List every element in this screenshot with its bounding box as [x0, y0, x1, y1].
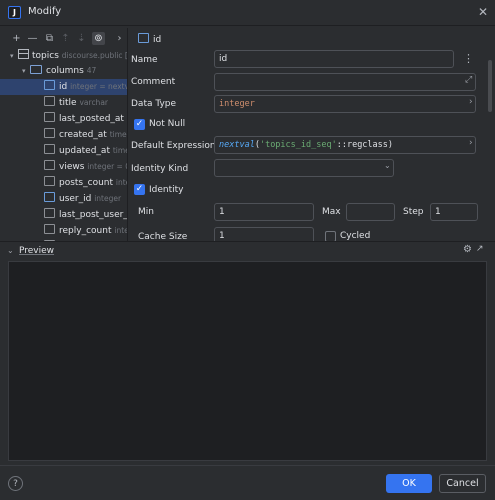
key-column-icon	[44, 192, 55, 202]
add-icon[interactable]: +	[10, 32, 23, 45]
column-item[interactable]: updated_at timesta	[0, 143, 127, 159]
move-up-icon[interactable]: ⇡	[59, 32, 72, 45]
cycled-label: Cycled	[340, 231, 371, 241]
comment-field[interactable]	[214, 73, 476, 91]
notnull-checkbox[interactable]: ✓	[134, 119, 145, 130]
preview-area	[8, 261, 487, 461]
name-field[interactable]: id	[214, 50, 454, 68]
column-icon	[44, 208, 55, 218]
step-label: Step	[403, 207, 424, 217]
column-editor: id Name id ⋮ Comment ⤢ Data Type integer…	[128, 28, 495, 241]
expand-icon[interactable]: ⤢	[465, 75, 472, 85]
tree-node-table[interactable]: ▾ topics discourse.public [p	[0, 48, 127, 64]
preview-header: ⌄ Preview ⚙ ↗	[0, 242, 495, 260]
settings-gear-icon[interactable]: ⚙	[463, 244, 472, 255]
column-name: title	[59, 98, 77, 108]
column-item[interactable]: posts_count intege	[0, 175, 127, 191]
column-type: integer = 0	[87, 162, 127, 171]
chevron-right-icon[interactable]: ›	[469, 138, 473, 148]
chevron-down-icon[interactable]: ⌄	[7, 246, 14, 255]
column-type: integer	[94, 194, 122, 203]
column-icon	[44, 224, 55, 234]
identity-kind-label: Identity Kind	[131, 164, 189, 174]
move-down-icon[interactable]: ⇣	[75, 32, 88, 45]
datatype-label: Data Type	[131, 99, 177, 109]
column-name: reply_count	[59, 226, 112, 236]
default-expression-label: Default Expression	[131, 141, 216, 151]
column-name: views	[59, 162, 85, 172]
column-name: updated_at	[59, 146, 110, 156]
column-name: user_id	[59, 194, 92, 204]
max-field[interactable]	[346, 203, 395, 221]
column-icon	[44, 176, 55, 186]
cancel-button[interactable]: Cancel	[439, 474, 486, 493]
chevron-right-icon[interactable]: ›	[469, 97, 473, 107]
column-item[interactable]: views integer = 0	[0, 159, 127, 175]
column-type: integer = nextval('t	[70, 82, 127, 91]
name-label: Name	[131, 55, 158, 65]
table-icon	[18, 49, 29, 59]
close-icon[interactable]: ✕	[476, 4, 490, 20]
column-icon	[44, 112, 55, 122]
tree-node-columns[interactable]: ▾ columns 47	[0, 63, 127, 79]
chevron-down-icon: ▾	[10, 52, 14, 60]
column-type: timesta	[109, 130, 127, 139]
filter-icon[interactable]: ⊚	[92, 32, 105, 45]
max-label: Max	[322, 207, 341, 217]
remove-icon[interactable]: —	[26, 32, 39, 45]
min-field[interactable]: 1	[214, 203, 314, 221]
step-field[interactable]: 1	[430, 203, 478, 221]
column-name: created_at	[59, 130, 107, 140]
column-type: intege	[115, 178, 127, 187]
title-bar: J Modify ✕	[0, 0, 495, 26]
vertical-scrollbar[interactable]	[488, 60, 492, 112]
comment-label: Comment	[131, 77, 176, 87]
cycled-checkbox[interactable]	[325, 231, 336, 241]
key-column-icon	[138, 33, 149, 43]
chevron-down-icon[interactable]: ⌄	[384, 161, 391, 170]
column-name: last_post_user_id	[59, 210, 127, 220]
column-icon	[44, 128, 55, 138]
notnull-label: Not Null	[149, 119, 186, 129]
identity-label: Identity	[149, 185, 184, 195]
column-item[interactable]: id integer = nextval('t	[0, 79, 127, 95]
identity-kind-select[interactable]	[214, 159, 394, 177]
tree-pane: + — ⧉ ⇡ ⇣ ⊚ › ▾ topics discourse.public […	[0, 28, 127, 241]
column-type: timesta	[112, 146, 127, 155]
column-item[interactable]: reply_count intege	[0, 223, 127, 239]
column-name: last_posted_at	[59, 114, 124, 124]
key-column-icon	[44, 80, 55, 90]
column-type: varchar	[79, 98, 108, 107]
column-icon	[44, 144, 55, 154]
identity-checkbox[interactable]: ✓	[134, 184, 145, 195]
cache-size-label: Cache Size	[138, 232, 188, 241]
column-icon	[44, 160, 55, 170]
folder-icon	[30, 65, 42, 74]
column-item[interactable]: title varchar	[0, 95, 127, 111]
more-vertical-icon[interactable]: ⋮	[463, 52, 474, 65]
min-label: Min	[138, 207, 154, 217]
column-type: intege	[114, 226, 127, 235]
column-item[interactable]: created_at timesta	[0, 127, 127, 143]
editor-tab[interactable]: id	[138, 33, 161, 45]
column-item[interactable]: last_posted_at tim	[0, 111, 127, 127]
default-expression-field[interactable]: nextval('topics_id_seq'::regclass)	[214, 136, 476, 154]
column-item[interactable]: last_post_user_id i	[0, 207, 127, 223]
app-logo-icon: J	[8, 6, 21, 19]
preview-label[interactable]: Preview	[19, 246, 54, 256]
chevron-down-icon: ▾	[22, 67, 26, 75]
cache-size-field[interactable]: 1	[214, 227, 314, 241]
copy-icon[interactable]: ⧉	[43, 32, 56, 45]
column-item[interactable]: user_id integer	[0, 191, 127, 207]
open-external-icon[interactable]: ↗	[476, 244, 484, 254]
column-name: posts_count	[59, 178, 114, 188]
datatype-field[interactable]: integer	[214, 95, 476, 113]
footer-divider	[0, 465, 495, 466]
ok-button[interactable]: OK	[386, 474, 432, 493]
window-title: Modify	[28, 6, 62, 17]
column-icon	[44, 96, 55, 106]
column-name: id	[59, 82, 68, 92]
help-button[interactable]: ?	[8, 476, 23, 491]
more-chevron-icon[interactable]: ›	[113, 32, 126, 45]
